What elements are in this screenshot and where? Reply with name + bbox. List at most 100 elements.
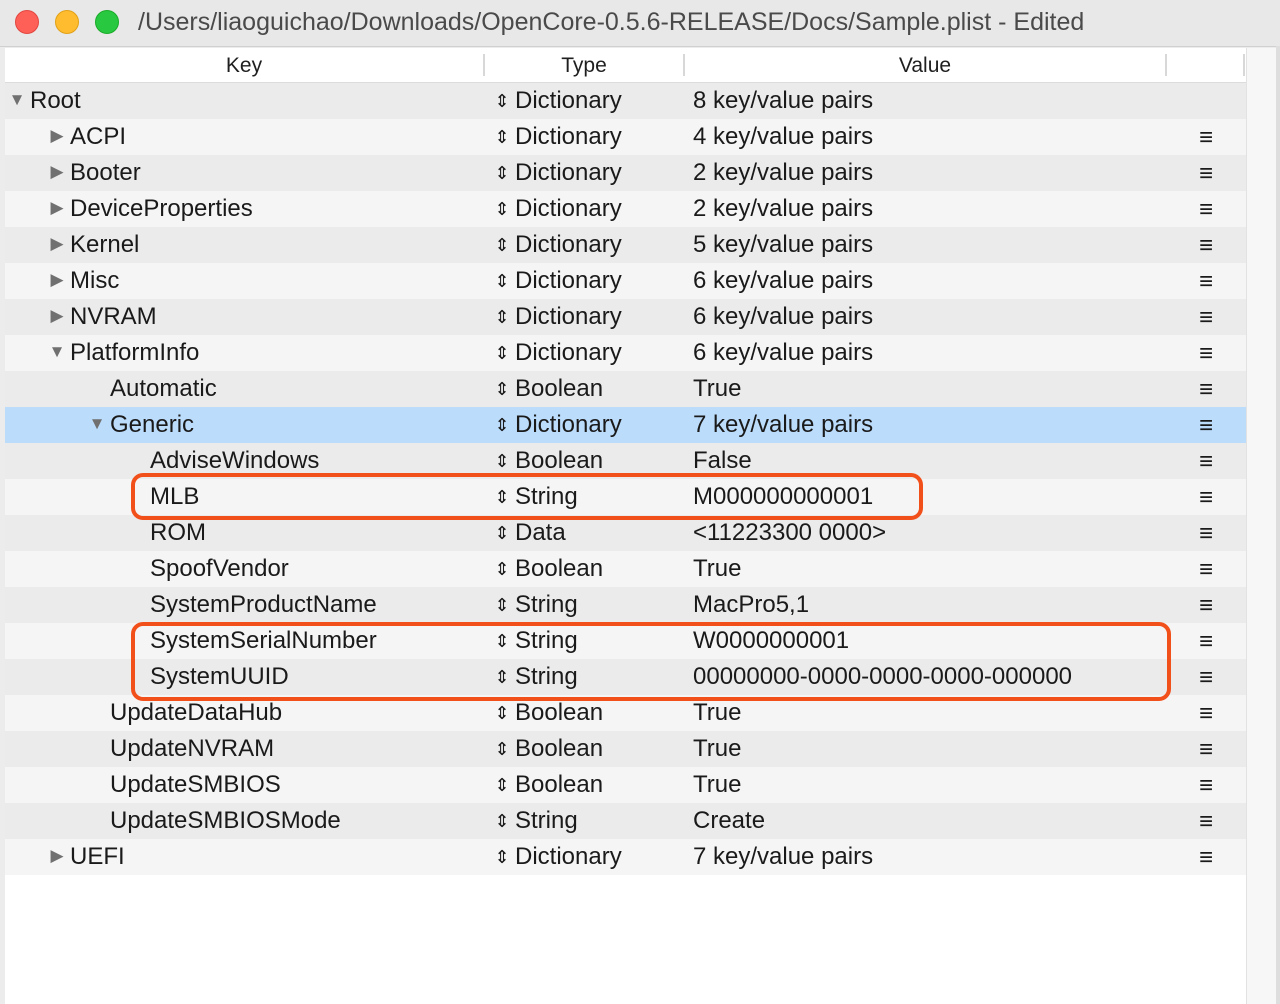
row-type[interactable]: Dictionary <box>515 83 622 119</box>
table-row[interactable]: UpdateDataHub ⇕ Boolean True ≡ <box>5 695 1246 731</box>
column-header-type[interactable]: Type <box>485 48 683 82</box>
up-down-arrows-icon[interactable]: ⇕ <box>493 767 511 803</box>
title-bar[interactable]: /Users/liaoguichao/Downloads/OpenCore-0.… <box>0 0 1280 47</box>
disclosure-triangle-right-icon[interactable]: ▶ <box>48 155 66 191</box>
row-value[interactable]: 2 key/value pairs <box>693 155 1165 191</box>
up-down-arrows-icon[interactable]: ⇕ <box>493 695 511 731</box>
row-type[interactable]: String <box>515 623 578 659</box>
row-value[interactable]: True <box>693 695 1165 731</box>
row-value[interactable]: 6 key/value pairs <box>693 335 1165 371</box>
disclosure-triangle-down-icon[interactable]: ▼ <box>48 335 66 371</box>
row-key[interactable]: UEFI <box>70 839 125 875</box>
up-down-arrows-icon[interactable]: ⇕ <box>493 299 511 335</box>
table-row[interactable]: UpdateSMBIOS ⇕ Boolean True ≡ <box>5 767 1246 803</box>
table-row[interactable]: ▼ PlatformInfo ⇕ Dictionary 6 key/value pair… <box>5 335 1246 371</box>
hamburger-menu-icon[interactable]: ≡ <box>1195 840 1217 876</box>
up-down-arrows-icon[interactable]: ⇕ <box>493 155 511 191</box>
up-down-arrows-icon[interactable]: ⇕ <box>493 731 511 767</box>
row-type[interactable]: Dictionary <box>515 227 622 263</box>
row-type[interactable]: Dictionary <box>515 119 622 155</box>
row-type[interactable]: Boolean <box>515 371 603 407</box>
row-value[interactable]: 4 key/value pairs <box>693 119 1165 155</box>
row-key[interactable]: Kernel <box>70 227 139 263</box>
row-key[interactable]: NVRAM <box>70 299 157 335</box>
row-value[interactable]: True <box>693 551 1165 587</box>
row-key[interactable]: UpdateDataHub <box>110 695 282 731</box>
row-key[interactable]: DeviceProperties <box>70 191 253 227</box>
table-row[interactable]: ▶ DeviceProperties ⇕ Dictionary 2 key/value … <box>5 191 1246 227</box>
row-key[interactable]: UpdateSMBIOS <box>110 767 281 803</box>
row-value[interactable]: 2 key/value pairs <box>693 191 1165 227</box>
plist-outline-view[interactable]: Key Type Value ▼ Root ⇕ Dictionary 8 key/val… <box>5 48 1246 1004</box>
disclosure-triangle-right-icon[interactable]: ▶ <box>48 191 66 227</box>
row-key[interactable]: PlatformInfo <box>70 335 199 371</box>
disclosure-triangle-right-icon[interactable]: ▶ <box>48 263 66 299</box>
hamburger-menu-icon[interactable]: ≡ <box>1195 588 1217 624</box>
disclosure-triangle-right-icon[interactable]: ▶ <box>48 227 66 263</box>
table-row[interactable]: SystemProductName ⇕ String MacPro5,1 ≡ <box>5 587 1246 623</box>
row-value[interactable]: 7 key/value pairs <box>693 407 1165 443</box>
table-row[interactable]: MLB ⇕ String M000000000001 ≡ <box>5 479 1246 515</box>
row-value[interactable]: True <box>693 731 1165 767</box>
row-type[interactable]: String <box>515 803 578 839</box>
up-down-arrows-icon[interactable]: ⇕ <box>493 803 511 839</box>
hamburger-menu-icon[interactable]: ≡ <box>1195 408 1217 444</box>
row-key[interactable]: MLB <box>150 479 199 515</box>
row-value[interactable]: 6 key/value pairs <box>693 299 1165 335</box>
column-header-value[interactable]: Value <box>685 48 1165 82</box>
up-down-arrows-icon[interactable]: ⇕ <box>493 227 511 263</box>
column-header-key[interactable]: Key <box>5 48 483 82</box>
column-divider[interactable] <box>1243 54 1245 76</box>
row-value[interactable]: 00000000-0000-0000-0000-000000 <box>693 659 1165 695</box>
table-row[interactable]: ▼ Root ⇕ Dictionary 8 key/value pairs <box>5 83 1246 119</box>
row-value[interactable]: True <box>693 767 1165 803</box>
up-down-arrows-icon[interactable]: ⇕ <box>493 587 511 623</box>
row-key[interactable]: UpdateSMBIOSMode <box>110 803 341 839</box>
hamburger-menu-icon[interactable]: ≡ <box>1195 732 1217 768</box>
up-down-arrows-icon[interactable]: ⇕ <box>493 191 511 227</box>
table-row[interactable]: SystemSerialNumber ⇕ String W0000000001 ≡ <box>5 623 1246 659</box>
row-value[interactable]: True <box>693 371 1165 407</box>
up-down-arrows-icon[interactable]: ⇕ <box>493 263 511 299</box>
hamburger-menu-icon[interactable]: ≡ <box>1195 696 1217 732</box>
row-value[interactable]: M000000000001 <box>693 479 1165 515</box>
table-row[interactable]: ▼ Generic ⇕ Dictionary 7 key/value pairs ≡ <box>5 407 1246 443</box>
hamburger-menu-icon[interactable]: ≡ <box>1195 480 1217 516</box>
hamburger-menu-icon[interactable]: ≡ <box>1195 768 1217 804</box>
hamburger-menu-icon[interactable]: ≡ <box>1195 552 1217 588</box>
row-type[interactable]: Boolean <box>515 767 603 803</box>
hamburger-menu-icon[interactable]: ≡ <box>1195 804 1217 840</box>
hamburger-menu-icon[interactable]: ≡ <box>1195 192 1217 228</box>
row-type[interactable]: Dictionary <box>515 407 622 443</box>
up-down-arrows-icon[interactable]: ⇕ <box>493 839 511 875</box>
row-value[interactable]: False <box>693 443 1165 479</box>
hamburger-menu-icon[interactable]: ≡ <box>1195 516 1217 552</box>
row-value[interactable]: MacPro5,1 <box>693 587 1165 623</box>
up-down-arrows-icon[interactable]: ⇕ <box>493 335 511 371</box>
disclosure-triangle-right-icon[interactable]: ▶ <box>48 119 66 155</box>
row-key[interactable]: Misc <box>70 263 119 299</box>
row-type[interactable]: String <box>515 479 578 515</box>
row-key[interactable]: Automatic <box>110 371 217 407</box>
up-down-arrows-icon[interactable]: ⇕ <box>493 623 511 659</box>
row-value[interactable]: W0000000001 <box>693 623 1165 659</box>
table-row[interactable]: ROM ⇕ Data <11223300 0000> ≡ <box>5 515 1246 551</box>
vertical-scrollbar[interactable] <box>1246 48 1277 1004</box>
row-key[interactable]: SystemProductName <box>150 587 377 623</box>
hamburger-menu-icon[interactable]: ≡ <box>1195 264 1217 300</box>
up-down-arrows-icon[interactable]: ⇕ <box>493 83 511 119</box>
row-type[interactable]: Data <box>515 515 566 551</box>
row-value[interactable]: 5 key/value pairs <box>693 227 1165 263</box>
up-down-arrows-icon[interactable]: ⇕ <box>493 407 511 443</box>
up-down-arrows-icon[interactable]: ⇕ <box>493 119 511 155</box>
row-type[interactable]: Boolean <box>515 443 603 479</box>
hamburger-menu-icon[interactable]: ≡ <box>1195 336 1217 372</box>
up-down-arrows-icon[interactable]: ⇕ <box>493 479 511 515</box>
row-type[interactable]: String <box>515 659 578 695</box>
hamburger-menu-icon[interactable]: ≡ <box>1195 120 1217 156</box>
table-row[interactable]: ▶ ACPI ⇕ Dictionary 4 key/value pairs ≡ <box>5 119 1246 155</box>
table-row[interactable]: UpdateNVRAM ⇕ Boolean True ≡ <box>5 731 1246 767</box>
row-type[interactable]: String <box>515 587 578 623</box>
row-value[interactable]: 6 key/value pairs <box>693 263 1165 299</box>
row-type[interactable]: Dictionary <box>515 335 622 371</box>
